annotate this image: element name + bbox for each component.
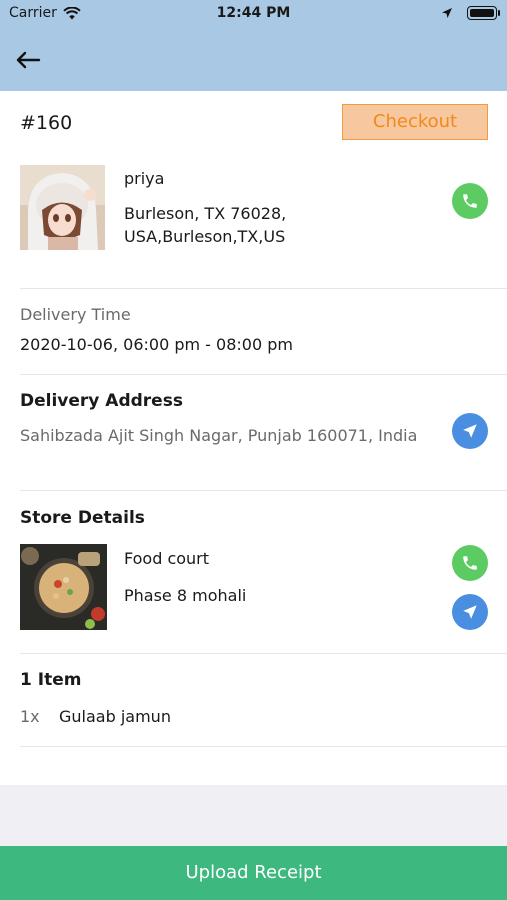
store-details-heading: Store Details: [20, 508, 145, 528]
status-bar: Carrier 12:44 PM: [0, 0, 507, 28]
nav-bar: [0, 28, 507, 91]
status-time: 12:44 PM: [216, 5, 291, 21]
battery-icon: [467, 6, 500, 20]
divider: [20, 490, 507, 491]
customer-name: priya: [124, 169, 165, 188]
item-qty: 1x: [20, 707, 40, 726]
back-arrow-icon: [16, 51, 41, 69]
store-image: [20, 544, 107, 630]
divider: [20, 374, 507, 375]
status-right: [441, 6, 500, 20]
customer-address: Burleson, TX 76028, USA,Burleson,TX,US: [124, 204, 287, 246]
delivery-address-value: Sahibzada Ajit Singh Nagar, Punjab 16007…: [20, 426, 418, 445]
store-name: Food court: [124, 549, 210, 568]
checkout-button[interactable]: Checkout: [342, 104, 488, 140]
divider: [20, 653, 507, 654]
items-heading: 1 Item: [20, 670, 82, 690]
phone-icon: [463, 556, 477, 570]
call-customer-button[interactable]: [452, 183, 488, 219]
delivery-address-heading: Delivery Address: [20, 391, 183, 411]
navigation-arrow-icon: [463, 605, 477, 619]
order-id: #160: [20, 112, 73, 134]
item-name: Gulaab jamun: [59, 707, 171, 726]
back-button[interactable]: [12, 48, 44, 72]
divider: [20, 746, 507, 747]
customer-avatar: [20, 165, 105, 250]
phone-icon: [463, 194, 477, 208]
store-address: Phase 8 mohali: [124, 586, 247, 605]
upload-receipt-button[interactable]: Upload Receipt: [0, 846, 507, 900]
divider: [20, 288, 507, 289]
navigate-store-button[interactable]: [452, 594, 488, 630]
location-arrow-icon: [442, 8, 452, 18]
call-store-button[interactable]: [452, 545, 488, 581]
delivery-time-value: 2020-10-06, 06:00 pm - 08:00 pm: [20, 335, 293, 354]
delivery-time-label: Delivery Time: [20, 305, 131, 324]
order-details: #160 Checkout priya Burleson, TX 76028, …: [0, 91, 507, 785]
navigation-arrow-icon: [463, 424, 477, 438]
navigate-delivery-button[interactable]: [452, 413, 488, 449]
